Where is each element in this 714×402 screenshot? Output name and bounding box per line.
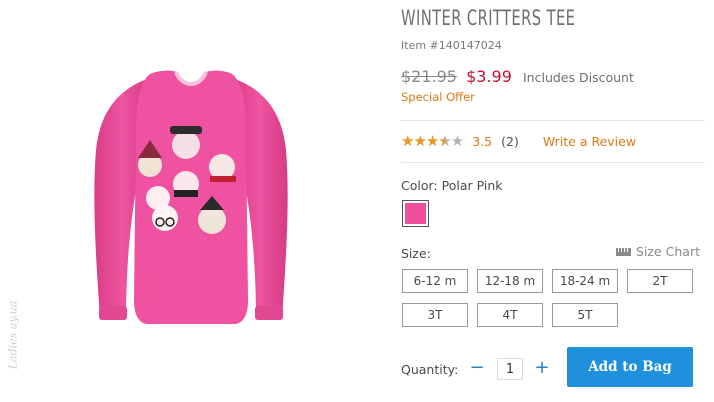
color-label: Color: Polar Pink bbox=[401, 178, 503, 193]
size-option-5t[interactable]: 5T bbox=[552, 303, 618, 327]
size-option-3t[interactable]: 3T bbox=[402, 303, 468, 327]
size-option-18-24m[interactable]: 18-24 m bbox=[552, 269, 618, 293]
size-chart-label: Size Chart bbox=[636, 244, 700, 259]
watermark: Ladies ay.ua bbox=[2, 272, 24, 397]
write-review-link[interactable]: Write a Review bbox=[543, 134, 636, 149]
ruler-icon bbox=[616, 247, 632, 256]
size-option-2t[interactable]: 2T bbox=[627, 269, 693, 293]
color-swatch-polar-pink[interactable] bbox=[402, 200, 429, 227]
special-offer-label: Special Offer bbox=[401, 90, 475, 104]
size-chart-link[interactable]: Size Chart bbox=[616, 244, 700, 259]
tee-illustration bbox=[94, 70, 288, 324]
original-price: $21.95 bbox=[401, 67, 457, 86]
divider bbox=[401, 120, 705, 121]
quantity-label: Quantity: bbox=[401, 362, 459, 377]
quantity-input[interactable]: 1 bbox=[497, 358, 523, 380]
rating-row: ★★★★★ ★★★★★ 3.5 (2) Write a Review bbox=[401, 132, 636, 150]
size-option-4t[interactable]: 4T bbox=[477, 303, 543, 327]
sale-price: $3.99 bbox=[466, 67, 512, 86]
watermark-text: Ladies ay.ua bbox=[6, 300, 20, 369]
product-details-panel: WINTER CRITTERS TEE Item #140147024 $21.… bbox=[401, 0, 714, 402]
review-count: (2) bbox=[501, 133, 519, 149]
rating-value: 3.5 bbox=[472, 133, 493, 149]
size-option-6-12m[interactable]: 6-12 m bbox=[402, 269, 468, 293]
product-title: WINTER CRITTERS TEE bbox=[401, 6, 576, 30]
size-label: Size: bbox=[401, 246, 431, 261]
star-rating-icon: ★★★★★ ★★★★★ bbox=[401, 131, 464, 150]
add-to-bag-button[interactable]: Add to Bag bbox=[567, 347, 693, 387]
size-option-12-18m[interactable]: 12-18 m bbox=[477, 269, 543, 293]
quantity-decrease-button[interactable]: − bbox=[469, 356, 484, 378]
item-number: Item #140147024 bbox=[401, 39, 502, 52]
quantity-increase-button[interactable]: + bbox=[534, 356, 549, 378]
product-image bbox=[0, 0, 390, 402]
price-row: $21.95 $3.99 Includes Discount bbox=[401, 67, 634, 89]
swatch-fill bbox=[405, 203, 426, 224]
divider bbox=[401, 162, 705, 163]
discount-note: Includes Discount bbox=[522, 70, 634, 85]
